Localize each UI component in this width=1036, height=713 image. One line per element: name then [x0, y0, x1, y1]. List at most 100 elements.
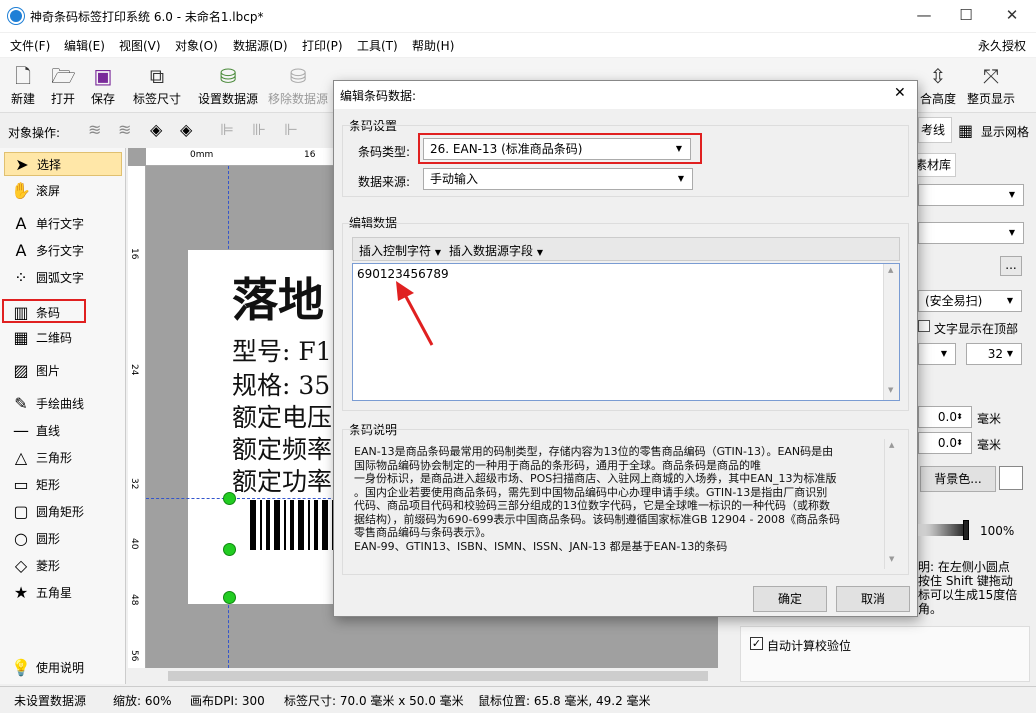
textarea-scrollbar[interactable]: ▲ ▼: [883, 264, 899, 400]
full-page-button[interactable]: ⤧ 整页显示: [964, 62, 1018, 110]
show-grid-label[interactable]: 显示网格: [981, 123, 1029, 140]
tool-circle[interactable]: ○ 圆形: [4, 527, 122, 551]
tool-star[interactable]: ★ 五角星: [4, 581, 122, 605]
insert-field-button[interactable]: 插入数据源字段 ▼: [449, 242, 543, 259]
save-icon: ▣: [93, 64, 113, 88]
align-left-icon[interactable]: ⊫: [220, 120, 234, 139]
data-source-value: 手动输入: [430, 172, 479, 186]
data-source-select[interactable]: 手动输入 ▼: [423, 168, 693, 190]
tool-single-text[interactable]: A 单行文字: [4, 212, 122, 236]
tool-multi-text[interactable]: A 多行文字: [4, 239, 122, 263]
auto-check-checkbox[interactable]: ✓: [750, 637, 763, 650]
set-datasource-button[interactable]: ⛁ 设置数据源: [196, 62, 260, 110]
layer-bottom-icon[interactable]: ◈: [180, 120, 192, 139]
tool-arc-text[interactable]: ⁘ 圆弧文字: [4, 266, 122, 290]
reference-line-toggle[interactable]: 考线: [918, 117, 952, 143]
x-offset-input[interactable]: 0.0 ⬍: [918, 406, 972, 428]
safe-scan-value: (安全易扫): [925, 294, 983, 308]
tool-diamond[interactable]: ◇ 菱形: [4, 554, 122, 578]
y-offset-input[interactable]: 0.0 ⬍: [918, 432, 972, 454]
tool-pen[interactable]: ✎ 手绘曲线: [4, 392, 122, 416]
layer-top-icon[interactable]: ◈: [150, 120, 162, 139]
font-size-input[interactable]: 32 ▼: [966, 343, 1022, 365]
tool-line[interactable]: — 直线: [4, 419, 122, 443]
insert-control-char-button[interactable]: 插入控制字符 ▼: [359, 242, 441, 259]
dialog-close-icon[interactable]: ✕: [894, 85, 906, 101]
scroll-down-icon[interactable]: ▼: [888, 386, 893, 394]
label-text-voltage[interactable]: 额定电压: [232, 398, 332, 434]
menu-help[interactable]: 帮助(H): [412, 37, 454, 54]
tool-barcode[interactable]: ▥ 条码: [2, 299, 86, 323]
full-page-icon: ⤧: [983, 64, 999, 88]
canvas-hscroll-thumb[interactable]: [168, 671, 708, 681]
save-button[interactable]: ▣ 保存: [86, 62, 120, 110]
tool-label: 三角形: [36, 451, 73, 465]
text-top-checkbox[interactable]: [918, 320, 930, 332]
label-text-power[interactable]: 额定功率: [232, 462, 332, 498]
menu-datasource[interactable]: 数据源(D): [233, 37, 288, 54]
label-text-model[interactable]: 型号: F1: [232, 332, 332, 368]
ok-button[interactable]: 确定: [753, 586, 827, 612]
desc-line: 国际物品编码协会制定的一种用于商品的条形码，通用于全球。商品条码是商品的唯: [354, 458, 761, 472]
color-swatch[interactable]: [999, 466, 1023, 490]
label-text-frequency[interactable]: 额定频率: [232, 430, 332, 466]
barcode-type-value: 26. EAN-13 (标准商品条码): [430, 142, 583, 156]
triangle-icon: △: [14, 448, 28, 467]
right-combo-2[interactable]: ▼: [918, 222, 1024, 244]
resize-handle[interactable]: [223, 492, 236, 505]
close-button[interactable]: ✕: [992, 4, 1032, 28]
menu-view[interactable]: 视图(V): [119, 37, 161, 54]
tool-hand[interactable]: ✋ 滚屏: [4, 179, 122, 203]
resize-handle[interactable]: [223, 543, 236, 556]
maximize-button[interactable]: ☐: [946, 4, 986, 28]
background-color-button[interactable]: 背景色...: [920, 466, 996, 492]
menu-print[interactable]: 打印(P): [302, 37, 343, 54]
safe-scan-combo[interactable]: (安全易扫) ▼: [918, 290, 1022, 312]
tool-lightbulb[interactable]: 💡 使用说明: [4, 656, 122, 680]
opacity-slider-thumb[interactable]: [963, 520, 969, 540]
layer-icon[interactable]: ≋: [88, 120, 101, 139]
browse-button[interactable]: ...: [1000, 256, 1022, 276]
desc-line: EAN-13是商品条码最常用的码制类型，存储内容为13位的零售商品编码（GTIN…: [354, 445, 834, 458]
minimize-button[interactable]: —: [904, 4, 944, 28]
font-combo[interactable]: ▼: [918, 343, 956, 365]
scroll-up-icon[interactable]: ▲: [889, 441, 894, 449]
layer-down-icon[interactable]: ≋: [118, 120, 131, 139]
dropdown-arrow-icon: ▼: [536, 248, 543, 257]
label-text-title[interactable]: 落地: [232, 264, 324, 330]
label-text-spec[interactable]: 规格: 35: [232, 366, 330, 402]
menu-tools[interactable]: 工具(T): [357, 37, 398, 54]
tool-triangle[interactable]: △ 三角形: [4, 446, 122, 470]
ruler-v-16: 16: [129, 248, 139, 260]
canvas-hscrollbar[interactable]: [128, 668, 718, 684]
align-center-icon[interactable]: ⊪: [252, 120, 266, 139]
scroll-down-icon[interactable]: ▼: [889, 555, 894, 563]
tool-picture[interactable]: ▨ 图片: [4, 359, 122, 383]
open-button[interactable]: 🗁 打开: [46, 62, 80, 110]
resize-handle[interactable]: [223, 591, 236, 604]
diamond-icon: ◇: [14, 556, 28, 575]
barcode-options-box: [740, 626, 1030, 682]
tool-rectangle[interactable]: ▭ 矩形: [4, 473, 122, 497]
menu-file[interactable]: 文件(F): [10, 37, 50, 54]
tool-qrcode[interactable]: ▦ 二维码: [4, 326, 122, 350]
fit-height-button[interactable]: ⇳ 合高度: [916, 62, 960, 110]
fit-height-label: 合高度: [919, 92, 956, 106]
remove-datasource-button[interactable]: ⛁ 移除数据源: [266, 62, 330, 110]
label-size-button[interactable]: ⧉ 标签尺寸: [130, 62, 184, 110]
menu-object[interactable]: 对象(O): [175, 37, 218, 54]
scroll-up-icon[interactable]: ▲: [888, 266, 893, 274]
align-right-icon[interactable]: ⊩: [284, 120, 298, 139]
description-scrollbar[interactable]: ▲ ▼: [884, 439, 900, 569]
cancel-button[interactable]: 取消: [836, 586, 910, 612]
tool-arrow-cursor[interactable]: ➤ 选择: [4, 152, 122, 176]
new-button[interactable]: 🗋 新建: [6, 62, 40, 110]
right-combo-1[interactable]: ▼: [918, 184, 1024, 206]
arc-text-icon: ⁘: [14, 268, 28, 287]
opacity-slider-track[interactable]: [918, 524, 966, 536]
tool-rounded-rect[interactable]: ▢ 圆角矩形: [4, 500, 122, 524]
menu-edit[interactable]: 编辑(E): [64, 37, 105, 54]
label-page[interactable]: 落地 型号: F1 规格: 35 额定电压 额定频率 额定功率: [188, 250, 350, 604]
barcode-type-select[interactable]: 26. EAN-13 (标准商品条码) ▼: [423, 138, 691, 160]
tool-label: 使用说明: [36, 661, 85, 675]
